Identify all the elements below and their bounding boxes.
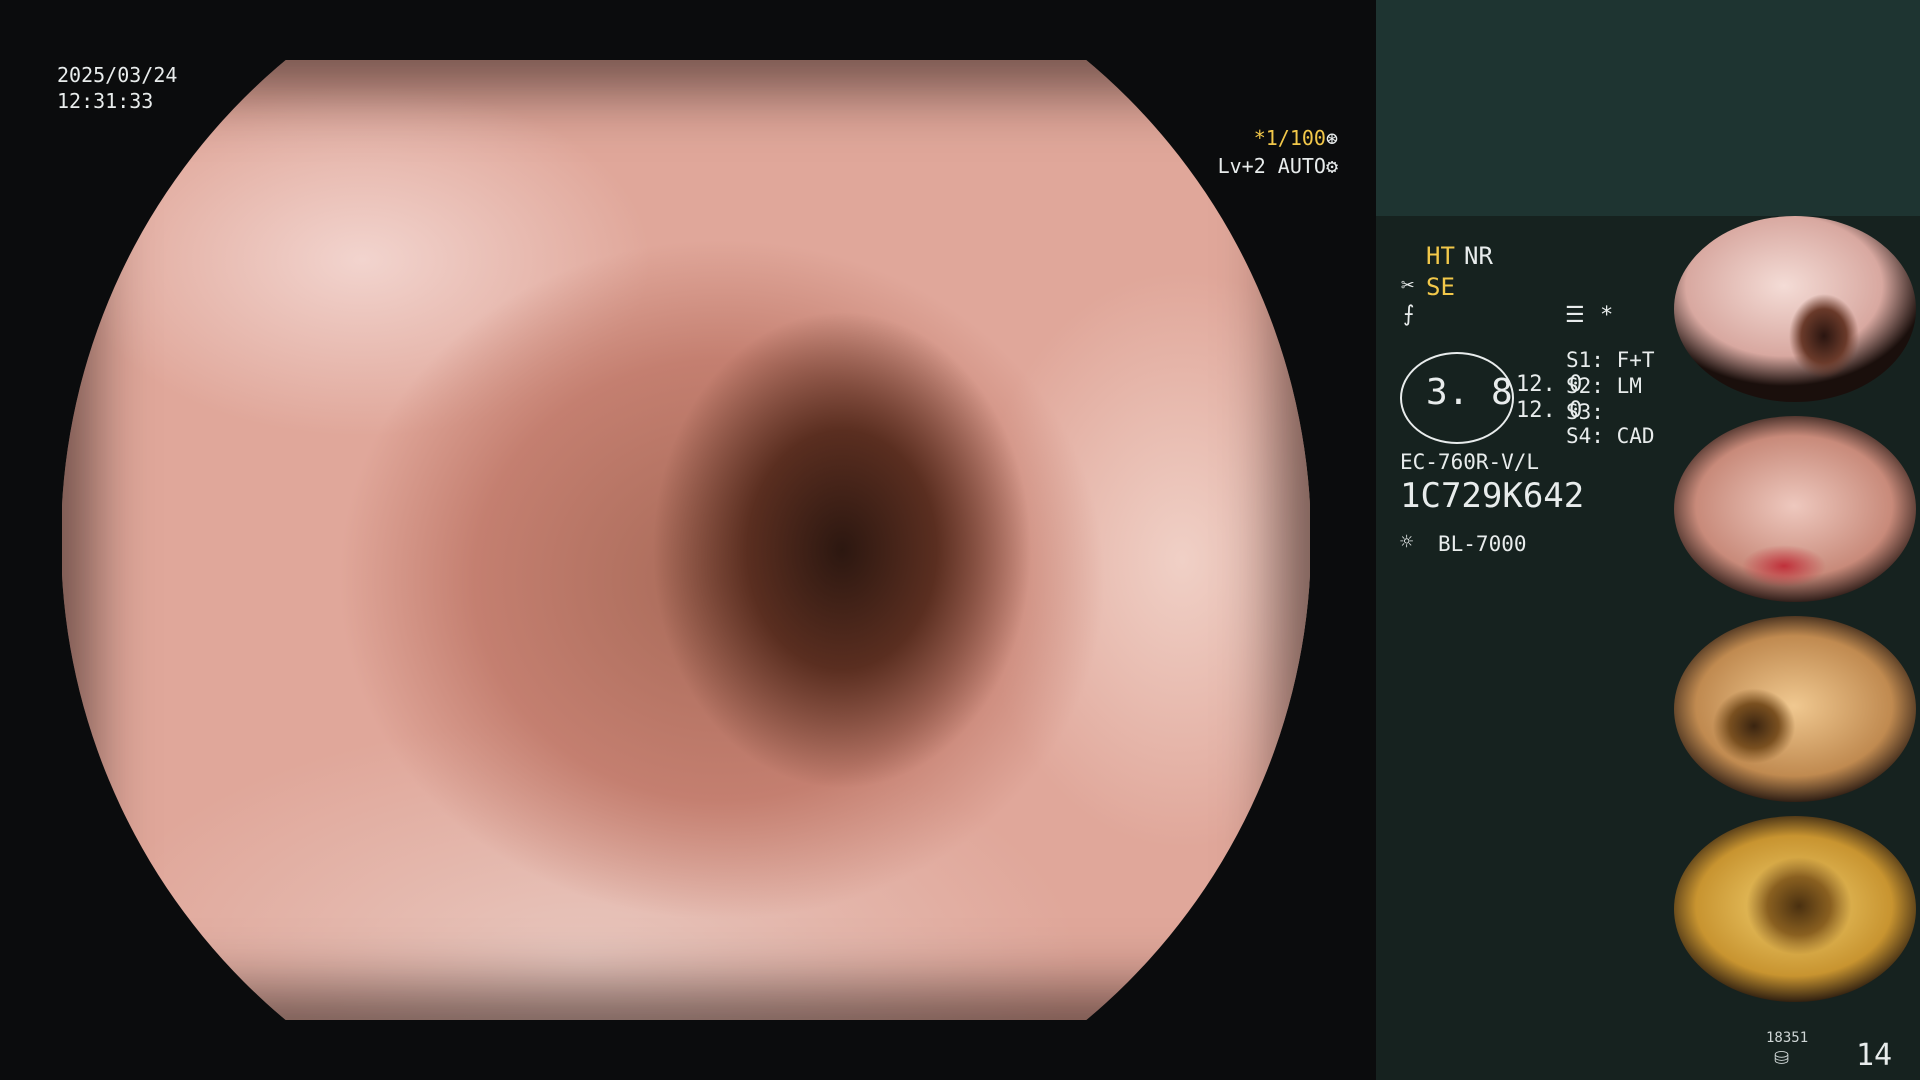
image-count-small: 18351 xyxy=(1766,1030,1809,1046)
asterisk-icon: * xyxy=(1600,303,1614,328)
image-count-big: 14 xyxy=(1856,1038,1893,1073)
thumbnail-1[interactable] xyxy=(1674,216,1916,402)
scope-serial: 1C729K642 xyxy=(1400,476,1585,516)
scope-model: EC-760R-V/L xyxy=(1400,450,1540,474)
nr-label: NR xyxy=(1464,242,1493,270)
s4-label: S4: CAD xyxy=(1566,424,1655,448)
s2-label: S2: LM xyxy=(1566,374,1642,398)
level-value: Lv+2 AUTO xyxy=(1217,154,1326,178)
s3-label: S3: xyxy=(1566,400,1604,424)
gear-icon: ⚙ xyxy=(1325,154,1338,178)
fork-icon: ⨍ xyxy=(1403,302,1415,327)
panel-header xyxy=(1376,0,1920,216)
sun-icon: ☼ xyxy=(1400,530,1414,555)
thumbnail-3[interactable] xyxy=(1674,616,1916,802)
level-readout: Lv+2 AUTO⚙ xyxy=(1193,127,1338,179)
date-label: 2025/03/24 xyxy=(57,63,178,87)
database-icon: ⛁ xyxy=(1774,1048,1790,1069)
s1-label: S1: F+T xyxy=(1566,348,1655,372)
thumbnail-strip xyxy=(1670,216,1920,1016)
menu-icon: ☰ xyxy=(1565,303,1585,328)
circle-value: 3. 8 xyxy=(1426,372,1513,413)
se-label: SE xyxy=(1426,273,1455,301)
time-label: 12:31:33 xyxy=(57,89,154,113)
ht-label: HT xyxy=(1426,242,1455,270)
endoscopic-image xyxy=(62,60,1310,1020)
light-source: BL-7000 xyxy=(1438,532,1527,556)
scissors-icon: ✂ xyxy=(1401,273,1415,298)
thumbnail-4[interactable] xyxy=(1674,816,1916,1002)
thumbnail-2[interactable] xyxy=(1674,416,1916,602)
